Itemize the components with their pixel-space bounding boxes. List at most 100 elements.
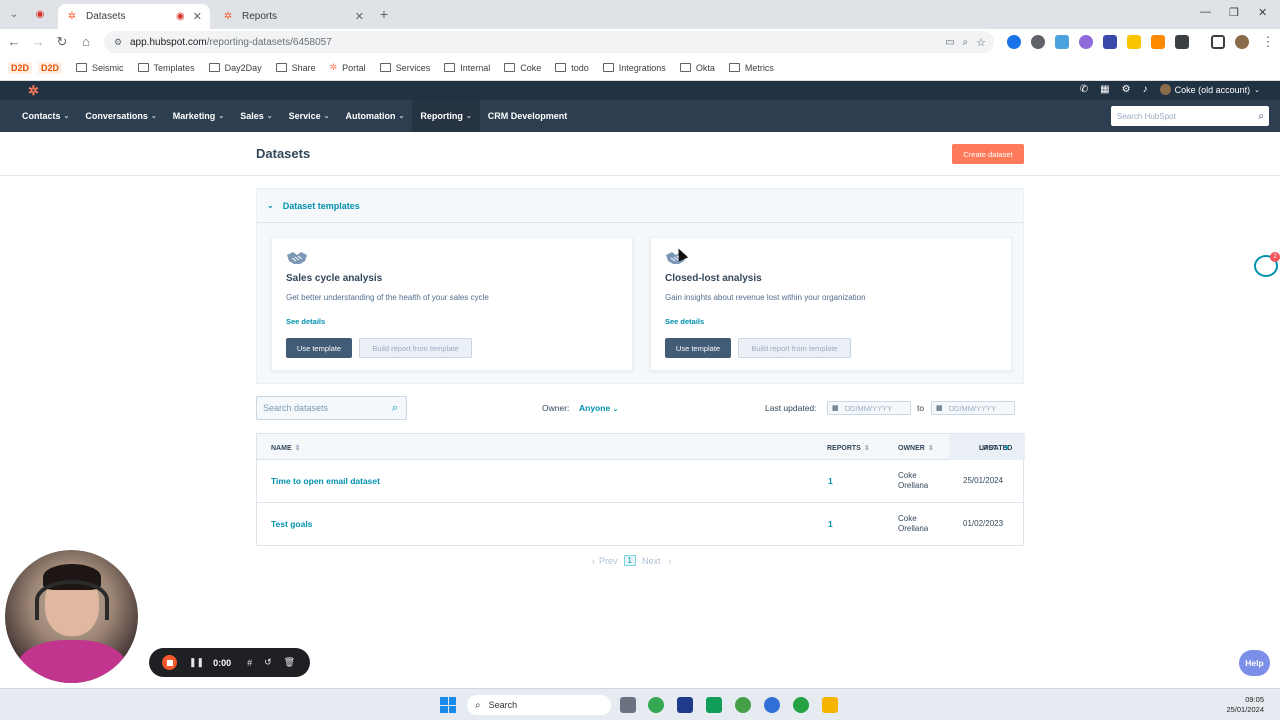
prev-page-button[interactable]: Prev — [599, 556, 618, 566]
bookmark-star-icon[interactable]: ☆ — [976, 36, 986, 49]
hubspot-search-input[interactable]: Search HubSpot ⌕ — [1111, 106, 1269, 126]
see-details-link[interactable]: See details — [665, 317, 704, 326]
nav-marketing[interactable]: Marketing ⌄ — [165, 100, 232, 132]
file-explorer-icon[interactable] — [822, 697, 838, 713]
tab-search-button[interactable]: ⌄ — [5, 5, 23, 23]
build-report-from-template-button[interactable]: Build report from template — [738, 338, 851, 358]
grid-icon[interactable]: # — [247, 658, 252, 668]
see-details-link[interactable]: See details — [286, 317, 325, 326]
build-report-from-template-button[interactable]: Build report from template — [359, 338, 472, 358]
column-header-reports[interactable]: REPORTS ⇕ — [827, 444, 870, 452]
chevron-left-icon[interactable]: ‹ — [592, 556, 595, 566]
new-tab-button[interactable]: + — [375, 5, 393, 23]
calling-icon[interactable]: ✆ — [1080, 84, 1088, 95]
extension-icon[interactable] — [1055, 35, 1069, 49]
bookmark-coke[interactable]: Coke — [504, 63, 541, 73]
date-from-input[interactable]: ▦ DD/MM/YYYY — [827, 401, 911, 415]
extensions-puzzle-icon[interactable] — [1175, 35, 1189, 49]
create-dataset-button[interactable]: Create dataset — [952, 144, 1024, 164]
bookmark-todo[interactable]: todo — [555, 63, 589, 73]
bookmark-services[interactable]: Services — [379, 63, 430, 73]
chat-widget-icon[interactable]: 2 — [1254, 252, 1280, 277]
owner-dropdown[interactable]: Anyone ⌄ — [579, 403, 618, 413]
tab-reports[interactable]: ✲ Reports ✕ — [214, 4, 372, 29]
bookmark-templates[interactable]: Templates — [137, 63, 195, 73]
bookmark-seismic[interactable]: Seismic — [76, 63, 124, 73]
whatsapp-icon[interactable] — [793, 697, 809, 713]
column-header-owner[interactable]: OWNER ⇕ — [898, 444, 934, 452]
site-info-icon[interactable]: ⚙ — [114, 37, 126, 48]
account-menu[interactable]: Coke (old account) ⌄ — [1159, 84, 1260, 95]
home-icon[interactable]: ⌂ — [78, 34, 94, 49]
bookmark-portal[interactable]: ✲ Portal — [330, 62, 366, 73]
nav-automation[interactable]: Automation ⌄ — [338, 100, 413, 132]
use-template-button[interactable]: Use template — [286, 338, 352, 358]
search-datasets-input[interactable]: Search datasets ⌕ — [256, 396, 407, 420]
zoom-icon[interactable]: ⌕ — [963, 37, 969, 48]
restart-icon[interactable]: ↺ — [264, 657, 272, 668]
marketplace-icon[interactable]: ▦ — [1100, 84, 1109, 95]
reports-count-link[interactable]: 1 — [828, 476, 833, 486]
camera-icon[interactable]: ▭ — [945, 37, 954, 48]
extension-icon[interactable] — [1007, 35, 1021, 49]
chrome-profile-icon[interactable] — [735, 697, 751, 713]
tab-close-icon[interactable]: ✕ — [355, 10, 364, 23]
nav-crm-development[interactable]: CRM Development — [480, 100, 576, 132]
restore-button[interactable]: ❐ — [1229, 6, 1239, 19]
profile-avatar[interactable] — [1235, 35, 1249, 49]
chrome-icon[interactable] — [648, 697, 664, 713]
settings-gear-icon[interactable]: ⚙ — [1122, 84, 1131, 95]
bookmark-integrations[interactable]: Integrations — [602, 63, 666, 73]
help-button[interactable]: Help — [1239, 650, 1270, 676]
pause-icon[interactable]: ❚❚ — [189, 657, 204, 668]
forward-icon[interactable]: → — [30, 34, 46, 49]
reload-icon[interactable]: ↻ — [54, 34, 70, 50]
use-template-button[interactable]: Use template — [665, 338, 731, 358]
minimize-button[interactable]: — — [1200, 6, 1211, 18]
dataset-templates-toggle[interactable]: ⌄ Dataset templates — [257, 189, 1023, 223]
bookmark-d2d[interactable]: D2D — [38, 61, 63, 74]
browser-menu-icon[interactable]: ⋮ — [1260, 34, 1276, 50]
nav-conversations[interactable]: Conversations ⌄ — [77, 100, 164, 132]
column-header-last-updated[interactable]: LAST UPDATED ▾ — [949, 434, 1025, 460]
task-view-icon[interactable] — [620, 697, 636, 713]
bookmark-day2day[interactable]: Day2Day — [208, 63, 262, 73]
notifications-bell-icon[interactable]: ♪ — [1143, 84, 1148, 95]
tab-datasets[interactable]: ✲ Datasets ◉ ✕ — [58, 4, 210, 29]
hubspot-logo-icon[interactable]: ✲ — [28, 83, 39, 99]
bookmark-okta[interactable]: Okta — [679, 63, 715, 73]
extension-icon[interactable] — [1127, 35, 1141, 49]
reports-count-link[interactable]: 1 — [828, 519, 833, 529]
stop-recording-button[interactable] — [162, 655, 177, 670]
side-panel-icon[interactable] — [1211, 35, 1225, 49]
extension-icon[interactable] — [1103, 35, 1117, 49]
windows-start-icon[interactable] — [440, 697, 456, 713]
bookmark-d2d[interactable]: D2D — [8, 61, 33, 74]
close-window-button[interactable]: ✕ — [1258, 6, 1267, 19]
extension-icon[interactable] — [1031, 35, 1045, 49]
app-icon[interactable] — [677, 697, 693, 713]
nav-service[interactable]: Service ⌄ — [281, 100, 338, 132]
extension-icon[interactable] — [1079, 35, 1093, 49]
dataset-name-link[interactable]: Test goals — [271, 519, 312, 529]
current-page[interactable]: 1 — [623, 555, 636, 566]
app-icon[interactable] — [764, 697, 780, 713]
nav-contacts[interactable]: Contacts ⌄ — [14, 100, 77, 132]
bookmark-internal[interactable]: Internal — [444, 63, 490, 73]
extension-icon[interactable] — [1151, 35, 1165, 49]
next-page-button[interactable]: Next — [642, 556, 661, 566]
chevron-right-icon[interactable]: › — [668, 556, 671, 566]
nav-sales[interactable]: Sales ⌄ — [232, 100, 280, 132]
tab-close-icon[interactable]: ✕ — [193, 10, 202, 23]
nav-reporting[interactable]: Reporting ⌄ — [412, 100, 480, 132]
address-bar[interactable]: ⚙ app.hubspot.com/reporting-datasets/645… — [104, 31, 994, 53]
bookmark-metrics[interactable]: Metrics — [728, 63, 774, 73]
taskbar-search[interactable]: ⌕ Search — [467, 695, 611, 715]
search-icon[interactable]: ⌕ — [392, 402, 398, 415]
dataset-name-link[interactable]: Time to open email dataset — [271, 476, 380, 486]
back-icon[interactable]: ← — [6, 34, 22, 49]
trash-icon[interactable]: 🗑 — [284, 657, 295, 668]
column-header-name[interactable]: NAME ⇕ — [271, 444, 301, 452]
search-icon[interactable]: ⌕ — [1258, 111, 1264, 122]
system-clock[interactable]: 09:05 25/01/2024 — [1226, 695, 1264, 715]
